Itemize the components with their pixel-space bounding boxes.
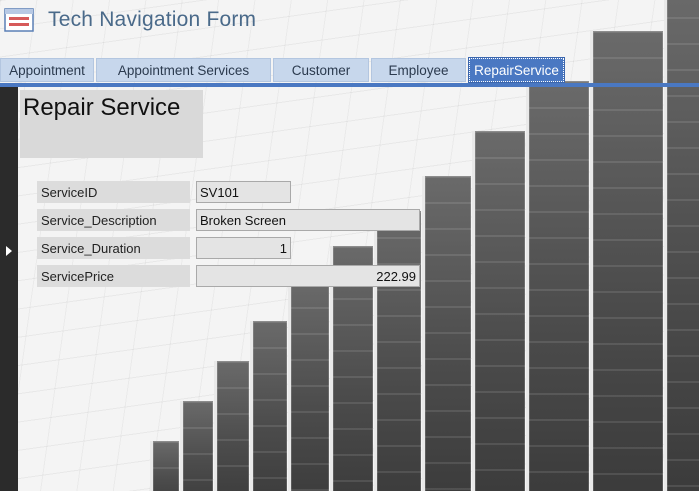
service-duration-field[interactable]: 1 (196, 237, 291, 259)
record-selector[interactable] (0, 87, 18, 491)
tab-appointment[interactable]: Appointment (0, 58, 94, 82)
tab-appointment-services[interactable]: Appointment Services (96, 58, 271, 82)
server-rack (374, 211, 421, 491)
tab-customer[interactable]: Customer (273, 58, 369, 82)
form-title: Repair Service (23, 94, 181, 121)
navigation-tabs: Appointment Appointment Services Custome… (0, 57, 699, 83)
server-rack (590, 31, 663, 491)
serviceid-label: ServiceID (37, 181, 190, 203)
server-rack (150, 441, 179, 491)
service-duration-label: Service_Duration (37, 237, 190, 259)
form-header: Repair Service (20, 90, 203, 158)
serviceid-field[interactable]: SV101 (196, 181, 291, 203)
current-record-arrow-icon (6, 246, 12, 256)
tab-employee[interactable]: Employee (371, 58, 466, 82)
service-description-field[interactable]: Broken Screen (196, 209, 420, 231)
server-rack (250, 321, 287, 491)
window-title: Tech Navigation Form (48, 8, 257, 31)
server-rack (288, 281, 329, 491)
server-rack (526, 81, 589, 491)
tab-underline (0, 83, 699, 87)
service-description-label: Service_Description (37, 209, 190, 231)
server-rack (214, 361, 249, 491)
serviceprice-field[interactable]: 222.99 (196, 265, 420, 287)
server-rack (180, 401, 213, 491)
serviceprice-label: ServicePrice (37, 265, 190, 287)
title-bar: Tech Navigation Form (0, 0, 560, 40)
form-icon (4, 8, 34, 32)
server-rack (472, 131, 525, 491)
server-rack (422, 176, 471, 491)
tab-repairservice[interactable]: RepairService (468, 57, 565, 83)
